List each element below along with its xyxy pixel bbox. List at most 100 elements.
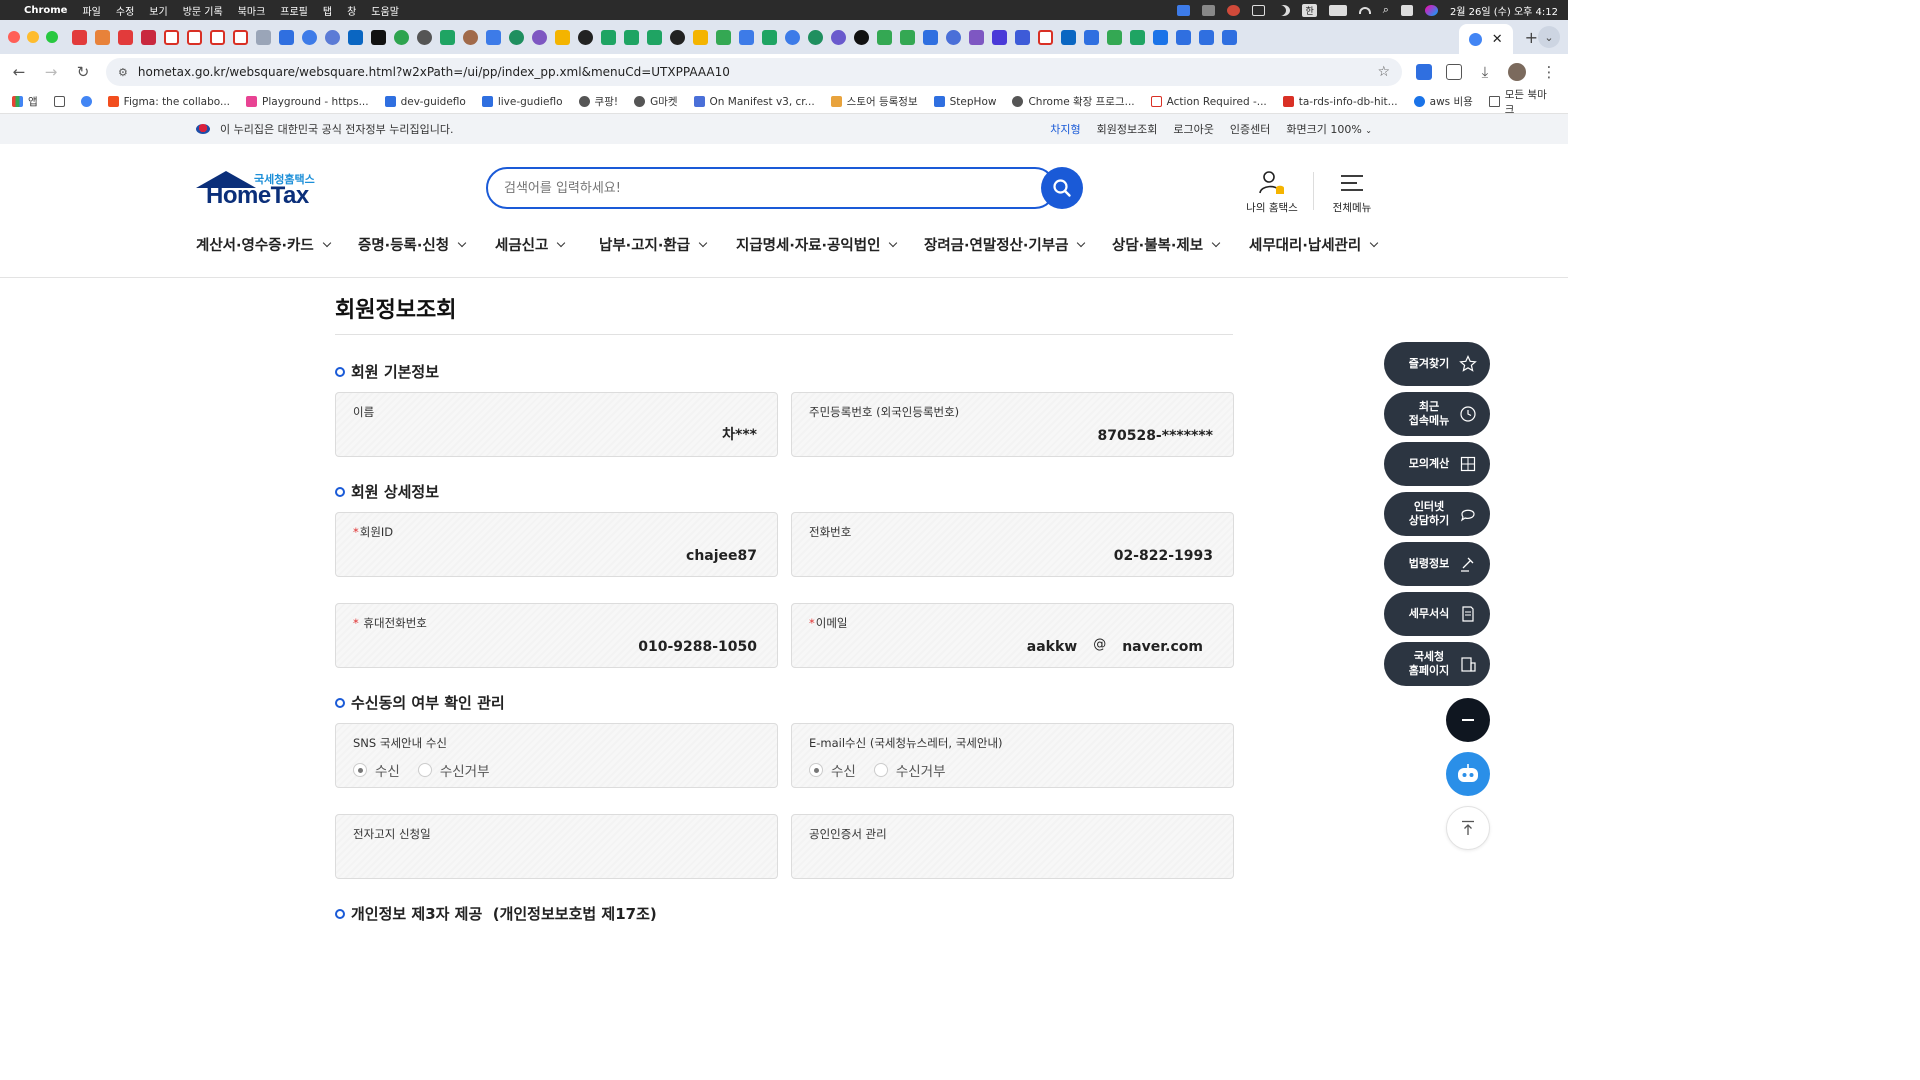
tab-favicon[interactable] xyxy=(739,29,754,45)
all-bookmarks-folder[interactable]: 모든 북마크 xyxy=(1488,87,1556,117)
sheets-tab-icon[interactable] xyxy=(440,29,455,45)
sns-receive-radio[interactable]: 수신 xyxy=(353,760,400,780)
linkedin-tab-icon[interactable] xyxy=(1061,29,1076,45)
menu-app-chrome[interactable]: Chrome xyxy=(24,5,67,16)
tab-favicon[interactable] xyxy=(854,29,869,45)
profile-avatar[interactable] xyxy=(1508,63,1526,81)
tab-favicon[interactable] xyxy=(693,29,708,45)
gnb-consult-appeal[interactable]: 상담·불복·제보 xyxy=(1112,234,1249,255)
bookmark-item[interactable]: StepHow xyxy=(933,96,996,108)
stage-manager-icon[interactable] xyxy=(1202,4,1216,16)
tab-favicon[interactable] xyxy=(785,29,800,45)
collapse-menu-button[interactable] xyxy=(1446,698,1490,742)
wifi-icon[interactable] xyxy=(1358,6,1371,14)
gnb-tax-filing[interactable]: 세금신고 xyxy=(495,234,599,255)
tab-favicon[interactable] xyxy=(95,29,110,45)
bookmark-item[interactable]: Chrome 확장 프로그... xyxy=(1012,94,1135,109)
tab-favicon[interactable] xyxy=(992,29,1007,45)
bookmark-item[interactable] xyxy=(80,96,92,107)
tab-favicon[interactable] xyxy=(555,29,570,45)
gnb-tax-agent[interactable]: 세무대리·납세관리 xyxy=(1249,234,1379,255)
law-info-button[interactable]: 법령정보 xyxy=(1384,542,1490,586)
url-text[interactable]: hometax.go.kr/websquare/websquare.html?w… xyxy=(138,65,1378,79)
site-info-icon[interactable]: ⚙ xyxy=(118,66,128,79)
bookmark-item[interactable]: aws 비용 xyxy=(1413,94,1473,109)
sns-reject-radio[interactable]: 수신거부 xyxy=(417,760,490,780)
stephow-tab-icon[interactable] xyxy=(1176,29,1191,45)
chatbot-button[interactable] xyxy=(1446,752,1490,796)
gmail-tab-icon[interactable] xyxy=(210,29,225,45)
bookmark-item[interactable]: 스토어 등록정보 xyxy=(830,94,918,109)
input-source-indicator[interactable]: 한 xyxy=(1302,3,1317,17)
tab-favicon[interactable] xyxy=(371,29,386,45)
back-button[interactable]: ← xyxy=(10,63,28,81)
gnb-payment-statement[interactable]: 지급명세·자료·공익법인 xyxy=(736,234,924,255)
cert-center-link[interactable]: 인증센터 xyxy=(1230,121,1270,137)
minimize-window-button[interactable] xyxy=(27,31,39,43)
email-receive-radio[interactable]: 수신 xyxy=(809,760,856,780)
menu-history[interactable]: 방문 기록 xyxy=(183,3,223,18)
active-tab[interactable]: ✕ xyxy=(1458,24,1513,54)
bookmark-item[interactable]: G마켓 xyxy=(634,94,678,109)
tab-favicon[interactable] xyxy=(509,29,524,45)
tab-favicon[interactable] xyxy=(256,29,271,45)
reload-button[interactable]: ↻ xyxy=(74,63,92,81)
tab-close-icon[interactable]: ✕ xyxy=(1492,32,1503,47)
tab-favicon[interactable] xyxy=(279,29,294,45)
tab-favicon[interactable] xyxy=(831,29,846,45)
menu-help[interactable]: 도움말 xyxy=(371,3,399,18)
recent-menu-button[interactable]: 최근 접속메뉴 xyxy=(1384,392,1490,436)
tab-favicon[interactable] xyxy=(946,29,961,45)
zoom-selector[interactable]: 화면크기 100% ⌄ xyxy=(1286,121,1372,137)
menu-edit[interactable]: 수정 xyxy=(116,3,134,18)
sheets-tab-icon[interactable] xyxy=(1130,29,1145,45)
tab-search-button[interactable]: ⌄ xyxy=(1538,26,1560,48)
fullscreen-window-button[interactable] xyxy=(46,31,58,43)
bookmark-item[interactable]: dev-guideflo xyxy=(384,96,466,108)
tab-favicon[interactable] xyxy=(325,29,340,45)
gnb-invoice-receipt-card[interactable]: 계산서·영수증·카드 xyxy=(196,234,358,255)
tab-favicon[interactable] xyxy=(302,29,317,45)
drive-tab-icon[interactable] xyxy=(900,29,915,45)
sheets-tab-icon[interactable] xyxy=(647,29,662,45)
hometax-logo[interactable]: 국세청홈택스 HomeTax xyxy=(196,168,321,212)
menu-tab[interactable]: 탭 xyxy=(323,3,332,18)
sheets-tab-icon[interactable] xyxy=(762,29,777,45)
gmail-tab-icon[interactable] xyxy=(233,29,248,45)
stephow-extension-icon[interactable] xyxy=(1416,64,1432,80)
notion-tray-icon[interactable] xyxy=(1252,4,1266,16)
stephow-tab-icon[interactable] xyxy=(923,29,938,45)
gnb-payment-refund[interactable]: 납부·고지·환급 xyxy=(599,234,736,255)
battery-icon[interactable] xyxy=(1328,4,1347,16)
menu-profile[interactable]: 프로필 xyxy=(280,3,308,18)
tab-favicon[interactable] xyxy=(1015,29,1030,45)
extension-tab-icon[interactable] xyxy=(1153,29,1168,45)
tab-favicon[interactable] xyxy=(486,29,501,45)
drive-tab-icon[interactable] xyxy=(877,29,892,45)
sheets-tab-icon[interactable] xyxy=(601,29,616,45)
close-window-button[interactable] xyxy=(8,31,20,43)
member-info-link[interactable]: 회원정보조회 xyxy=(1097,121,1158,137)
search-input[interactable] xyxy=(504,180,1004,196)
tab-favicon[interactable] xyxy=(808,29,823,45)
tab-favicon[interactable] xyxy=(969,29,984,45)
new-tab-button[interactable]: + xyxy=(1525,28,1538,47)
favorites-button[interactable]: 즐겨찾기 xyxy=(1384,342,1490,386)
tab-favicon[interactable] xyxy=(141,29,156,45)
chrome-menu-icon[interactable]: ⋮ xyxy=(1540,63,1558,81)
menu-bookmarks[interactable]: 북마크 xyxy=(238,3,266,18)
stephow-tray-icon[interactable] xyxy=(1177,4,1191,16)
moon-icon[interactable] xyxy=(1277,5,1290,16)
tab-favicon[interactable] xyxy=(118,29,133,45)
menubar-clock[interactable]: 2월 26일 (수) 오후 4:12 xyxy=(1450,3,1558,18)
tab-favicon[interactable] xyxy=(463,29,478,45)
bookmark-item[interactable]: ta-rds-info-db-hit... xyxy=(1282,96,1398,108)
record-tray-icon[interactable] xyxy=(1227,4,1241,16)
gmail-tab-icon[interactable] xyxy=(187,29,202,45)
tax-forms-button[interactable]: 세무서식 xyxy=(1384,592,1490,636)
drive-tab-icon[interactable] xyxy=(716,29,731,45)
my-hometax-button[interactable]: 나의 홈택스 xyxy=(1243,166,1301,215)
stephow-tab-icon[interactable] xyxy=(1084,29,1099,45)
bookmark-item[interactable]: Playground - https... xyxy=(246,96,369,108)
bookmark-item[interactable]: live-gudieflo xyxy=(481,96,563,108)
